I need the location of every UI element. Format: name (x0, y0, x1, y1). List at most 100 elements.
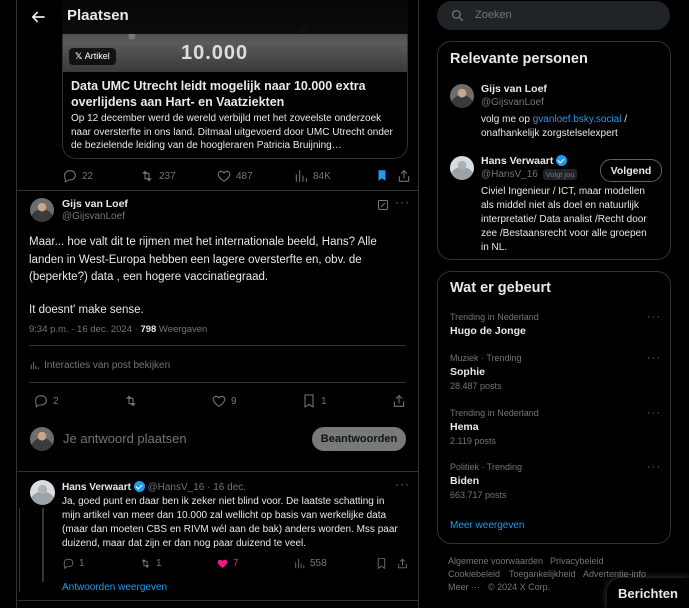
bio-text: interpretatie/ Data analist /Recht door (481, 214, 647, 225)
share-icon (398, 558, 407, 569)
avatar[interactable] (30, 198, 54, 222)
show-replies-link[interactable]: Antwoorden weergeven (62, 582, 167, 593)
like-button[interactable]: 487 (216, 168, 253, 184)
page-title: Plaatsen (67, 7, 129, 24)
footer-link[interactable]: Privacybeleid (550, 556, 604, 566)
more-options-icon[interactable]: ··· (395, 477, 410, 491)
heart-icon (217, 170, 231, 182)
share-button[interactable] (396, 557, 409, 570)
post-meta: 9:34 p.m. · 16 dec. 2024 · 798 Weergaven (29, 324, 207, 335)
bookmark-button[interactable] (375, 557, 388, 570)
footer-link[interactable]: Meer ··· (448, 582, 480, 592)
person-name[interactable]: Gijs van Loef (481, 83, 547, 95)
like-count: 7 (233, 558, 239, 569)
reply-icon (63, 558, 74, 569)
reply-text-line: (maar dan moeten CBS en RIVM wél aan de … (62, 524, 398, 535)
post-action-bar: 2 9 1 (33, 393, 408, 409)
search-icon (451, 9, 464, 22)
trends-heading: Wat er gebeurt (450, 280, 551, 296)
reply-button[interactable]: 22 (62, 168, 93, 184)
bookmark-count: 1 (321, 395, 327, 407)
messages-drawer[interactable]: Berichten (607, 578, 689, 608)
repost-button[interactable] (123, 393, 139, 409)
more-options-icon[interactable]: ··· (647, 352, 661, 364)
like-button[interactable]: 7 (216, 557, 239, 570)
bookmark-button[interactable]: 1 (301, 393, 327, 409)
repost-count: 237 (159, 170, 176, 182)
search-input[interactable]: Zoeken (437, 1, 670, 30)
footer-link[interactable]: Algemene voorwaarden (448, 556, 543, 566)
view-interactions-link[interactable]: Interacties van post bekijken (29, 360, 170, 371)
trend-count: 2.119 posts (450, 436, 496, 446)
views-icon (295, 558, 305, 569)
repost-button[interactable]: 237 (139, 168, 176, 184)
verified-badge-icon (133, 481, 145, 492)
view-interactions-label: Interacties van post bekijken (44, 360, 171, 371)
bookmark-button[interactable] (375, 168, 389, 183)
trend-category: Muziek · Trending (450, 353, 522, 363)
trend-name: Biden (450, 475, 480, 487)
back-arrow-icon[interactable] (29, 8, 47, 26)
repost-icon (142, 170, 152, 182)
avatar[interactable] (30, 480, 55, 505)
share-icon (398, 170, 410, 182)
footer-link[interactable]: Cookiebeleid (448, 569, 500, 579)
reply-text-line: mijn artikel van meer dan 10.000 zal wel… (62, 510, 387, 521)
views-button[interactable]: 84K (293, 168, 331, 184)
like-button[interactable]: 9 (211, 393, 237, 409)
thread-line (42, 508, 44, 582)
trend-count: 28.487 posts (450, 381, 502, 391)
timeline-column: 10.000 𝕏 Artikel Data UMC Utrecht leidt … (16, 0, 419, 608)
more-options-icon[interactable]: ··· (647, 461, 661, 473)
footer-link[interactable]: Toegankelijkheid (509, 569, 576, 579)
reply-button[interactable]: 2 (33, 393, 59, 409)
views-button[interactable]: 558 (293, 557, 327, 570)
trend-category: Politiek · Trending (450, 462, 523, 472)
post-text-line: (beperkte?) data , een hogere vaccinatie… (29, 271, 269, 283)
person-handle[interactable]: @GijsvanLoef (481, 97, 544, 108)
heart-filled-icon (217, 559, 228, 568)
show-more-link[interactable]: Meer weergeven (450, 520, 524, 531)
trend-category: Trending in Nederland (450, 408, 539, 418)
bio-text: Civiel Ingenieur / ICT, maar modellen (481, 186, 645, 197)
person-handle[interactable]: @HansV_16 (481, 169, 538, 180)
share-button[interactable] (391, 393, 407, 409)
share-button[interactable] (396, 168, 412, 184)
more-options-icon[interactable]: ··· (647, 407, 661, 419)
repost-icon (141, 559, 150, 568)
person-bio: Civiel Ingenieur / ICT, maar modellen al… (481, 185, 647, 255)
more-options-icon[interactable]: ··· (647, 311, 661, 323)
following-button[interactable]: Volgend (600, 159, 662, 182)
bio-text: volg me op (481, 114, 533, 125)
reply-header: Hans Verwaart @HansV_16 · 16 dec. (62, 481, 246, 493)
reply-count: 22 (82, 170, 94, 182)
repost-button[interactable]: 1 (139, 557, 162, 570)
top-bar: Plaatsen (17, 0, 418, 34)
article-image-text: 10.000 (181, 42, 249, 64)
person-name-row: Hans Verwaart (481, 155, 568, 167)
grok-button[interactable] (377, 199, 389, 211)
reply-handle-time[interactable]: @HansV_16 · 16 dec. (148, 482, 247, 493)
more-options-icon[interactable]: ··· (395, 195, 410, 209)
avatar[interactable] (450, 156, 474, 180)
bio-link[interactable]: gvanloef.bsky.social (533, 114, 622, 125)
reply-button[interactable]: 1 (62, 557, 85, 570)
post-timestamp[interactable]: 9:34 p.m. · 16 dec. 2024 · (29, 324, 140, 335)
post-author-handle[interactable]: @GijsvanLoef (62, 211, 125, 222)
avatar[interactable] (450, 84, 474, 108)
reply-input[interactable]: Je antwoord plaatsen (63, 431, 187, 446)
reply-submit-button[interactable]: Beantwoorden (312, 427, 406, 451)
bio-text: in NL. (481, 242, 508, 253)
article-badge: 𝕏 Artikel (69, 48, 116, 65)
views-icon (295, 170, 307, 182)
person-name[interactable]: Hans Verwaart (481, 155, 553, 167)
post-text-line: It doesnt' make sense. (29, 303, 144, 316)
trend-category: Trending in Nederland (450, 312, 539, 322)
person-bio: volg me op gvanloef.bsky.social / onafha… (481, 113, 627, 141)
post-author-name[interactable]: Gijs van Loef (62, 198, 128, 210)
post-view-count: 798 (140, 324, 157, 335)
copyright: © 2024 X Corp. (488, 582, 551, 592)
bio-text: als middel niet als doel en natuurlijk (481, 200, 639, 211)
bookmark-icon (304, 394, 314, 408)
reply-author-name[interactable]: Hans Verwaart (62, 482, 131, 493)
